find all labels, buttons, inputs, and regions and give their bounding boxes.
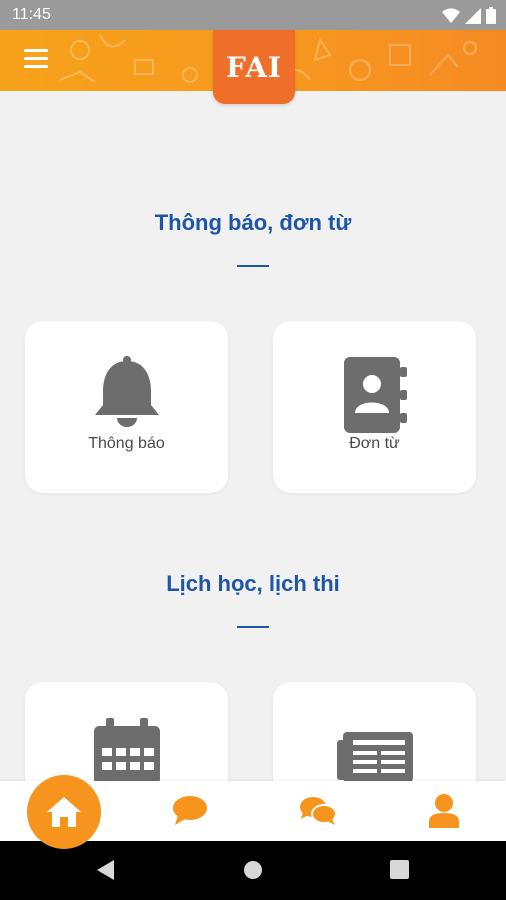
- menu-line: [24, 57, 48, 60]
- calendar-icon: [25, 718, 228, 784]
- bell-icon: [25, 355, 228, 427]
- newspaper-icon: [273, 732, 476, 782]
- chat-bubble-icon: [173, 796, 207, 825]
- back-icon[interactable]: [97, 860, 115, 880]
- menu-button[interactable]: [24, 49, 48, 71]
- status-bar: 11:45: [0, 0, 506, 30]
- card-label: Đơn từ: [349, 435, 400, 452]
- contact-book-icon: [273, 357, 476, 433]
- battery-icon: [486, 7, 496, 24]
- menu-line: [24, 65, 48, 68]
- card-notifications[interactable]: Thông báo: [25, 321, 228, 493]
- status-icons: [442, 7, 496, 24]
- home-icon: [47, 797, 81, 827]
- status-time: 11:45: [12, 6, 51, 23]
- user-icon: [429, 794, 459, 828]
- chat-group-icon: [300, 797, 336, 825]
- nav-group-chat[interactable]: [283, 781, 353, 841]
- wifi-icon: [442, 7, 460, 23]
- card-requests[interactable]: Đơn từ: [273, 321, 476, 493]
- section-title-schedule: Lịch học, lịch thi: [166, 571, 340, 596]
- section-title-notifications: Thông báo, đơn từ: [154, 210, 352, 235]
- section-divider: [237, 626, 269, 628]
- home-circle-icon[interactable]: [243, 860, 263, 880]
- nav-profile[interactable]: [409, 781, 479, 841]
- menu-line: [24, 49, 48, 52]
- card-label: Thông báo: [88, 435, 165, 452]
- logo-text: FAI: [225, 50, 283, 84]
- recents-icon[interactable]: [390, 860, 409, 879]
- logo: FAI: [213, 30, 295, 104]
- system-nav-bar: [0, 841, 506, 900]
- signal-icon: [465, 7, 481, 24]
- section-divider: [237, 265, 269, 267]
- nav-chat[interactable]: [155, 781, 225, 841]
- nav-home[interactable]: [27, 775, 101, 849]
